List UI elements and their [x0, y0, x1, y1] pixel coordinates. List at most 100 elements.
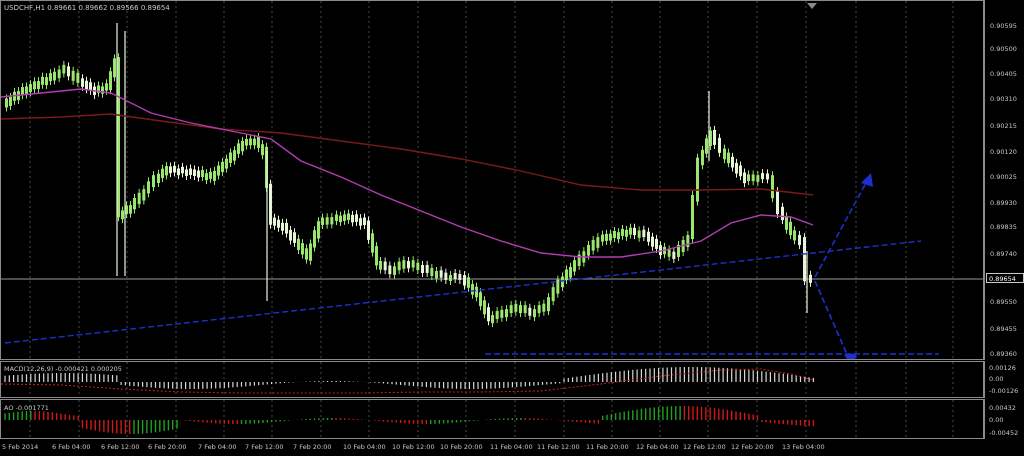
- candle-body: [388, 265, 392, 275]
- price-chart[interactable]: [1, 1, 983, 359]
- price-label: 0.90595: [990, 22, 1017, 30]
- support-trendline: [4, 240, 922, 344]
- candle-body: [609, 233, 612, 241]
- candle-body: [253, 138, 256, 146]
- time-label: 11 Feb 20:00: [586, 443, 629, 451]
- candle-body: [189, 168, 192, 175]
- candle-body: [439, 270, 443, 278]
- candle-body: [237, 143, 240, 154]
- candle-body: [363, 217, 366, 226]
- price-label: 0.90215: [990, 122, 1017, 130]
- candle-body: [269, 183, 272, 225]
- macd-axis: 0.00126 0.00 -0.00126: [984, 361, 1024, 398]
- chart-shift-marker[interactable]: [807, 3, 817, 9]
- time-label: 5 Feb 2014: [2, 443, 39, 451]
- candle-body: [556, 279, 560, 294]
- candle-body: [257, 136, 260, 148]
- time-label: 7 Feb 20:00: [293, 443, 332, 451]
- candle-body: [523, 305, 527, 314]
- candle-body: [621, 228, 624, 236]
- candle-body: [785, 216, 788, 230]
- candle-body: [217, 165, 220, 176]
- time-label: 11 Feb 04:00: [490, 443, 533, 451]
- price-panel[interactable]: USDCHF,H1 0.89661 0.89662 0.89566 0.8965…: [0, 0, 984, 360]
- candle-body: [444, 272, 448, 280]
- time-label: 7 Feb 12:00: [245, 443, 284, 451]
- candle-body: [613, 230, 616, 238]
- candle-body: [561, 276, 564, 288]
- candle-body: [591, 239, 595, 251]
- candle-body: [335, 214, 338, 221]
- price-label: 0.90120: [990, 148, 1017, 156]
- ao-scale-bottom: -0.00452: [989, 429, 1019, 437]
- candle-body: [45, 77, 48, 86]
- price-label: 0.89455: [990, 325, 1017, 333]
- candle-body: [313, 230, 316, 248]
- candle-body: [281, 222, 284, 231]
- price-label: 0.90310: [990, 95, 1017, 103]
- candle-body: [756, 175, 760, 182]
- price-axis[interactable]: 0.90595 0.90500 0.90405 0.90310 0.90215 0.901…: [984, 0, 1024, 360]
- candle-body: [739, 165, 742, 177]
- ao-scale-zero: 0.00: [989, 416, 1004, 424]
- candle-body: [152, 175, 155, 188]
- candle-body: [330, 217, 334, 225]
- candle-body: [241, 140, 244, 152]
- time-label: 10 Feb 20:00: [440, 443, 483, 451]
- candle-body: [718, 137, 721, 153]
- candle-body: [273, 217, 276, 226]
- candle-body: [411, 260, 415, 268]
- candle-body: [347, 213, 350, 221]
- symbol-title: USDCHF,H1 0.89661 0.89662 0.89566 0.8965…: [4, 4, 170, 12]
- candle-body: [519, 305, 522, 314]
- candle-body: [343, 214, 346, 221]
- candle-body: [71, 70, 75, 81]
- candle-body: [121, 210, 124, 220]
- candle-body: [647, 231, 650, 242]
- candle-body: [185, 169, 188, 176]
- candle-body: [351, 214, 354, 223]
- candle-body: [798, 235, 801, 246]
- price-grid: [29, 1, 954, 359]
- candle-body: [781, 206, 784, 221]
- macd-panel[interactable]: MACD(12,26,9) -0.000421 0.000205: [0, 361, 984, 398]
- time-axis[interactable]: 5 Feb 2014 6 Feb 04:00 6 Feb 12:00 6 Feb 20…: [0, 440, 984, 456]
- candle-body: [233, 150, 236, 161]
- candle-body: [731, 156, 734, 168]
- candle-body: [483, 300, 486, 315]
- candle-body: [500, 309, 504, 318]
- candle-body: [277, 219, 280, 228]
- candle-body: [421, 265, 424, 274]
- candle-body: [371, 233, 374, 253]
- candle-body: [325, 217, 329, 225]
- candle-body: [161, 168, 164, 179]
- macd-signal-line: [1, 368, 814, 394]
- time-label: 10 Feb 12:00: [392, 443, 435, 451]
- candle-body: [383, 261, 387, 271]
- chart-window: USDCHF,H1 0.89661 0.89662 0.89566 0.8965…: [0, 0, 1024, 456]
- ao-label: AO -0.001771: [4, 404, 49, 412]
- price-label: 0.89740: [990, 250, 1017, 258]
- candle-body: [713, 129, 716, 145]
- candle-body: [551, 287, 555, 302]
- candle-body: [201, 170, 204, 178]
- candle-body: [209, 171, 212, 179]
- candle-body: [467, 277, 470, 288]
- candle-body: [205, 173, 208, 181]
- candle-body: [761, 173, 764, 180]
- candle-body: [701, 149, 704, 166]
- candle-body: [5, 98, 8, 108]
- candle-body: [751, 174, 755, 182]
- price-label: 0.89835: [990, 223, 1017, 231]
- time-label: 11 Feb 12:00: [537, 443, 580, 451]
- candle-body: [321, 217, 324, 225]
- candle-body: [193, 169, 196, 176]
- candle-body: [57, 69, 61, 79]
- time-label: 13 Feb 04:00: [782, 443, 825, 451]
- time-label: 12 Feb 04:00: [636, 443, 679, 451]
- candle-body: [735, 162, 738, 174]
- candle-body: [430, 268, 434, 277]
- candle-body: [129, 205, 132, 214]
- ao-panel[interactable]: AO -0.001771: [0, 399, 984, 439]
- candle-body: [672, 251, 676, 260]
